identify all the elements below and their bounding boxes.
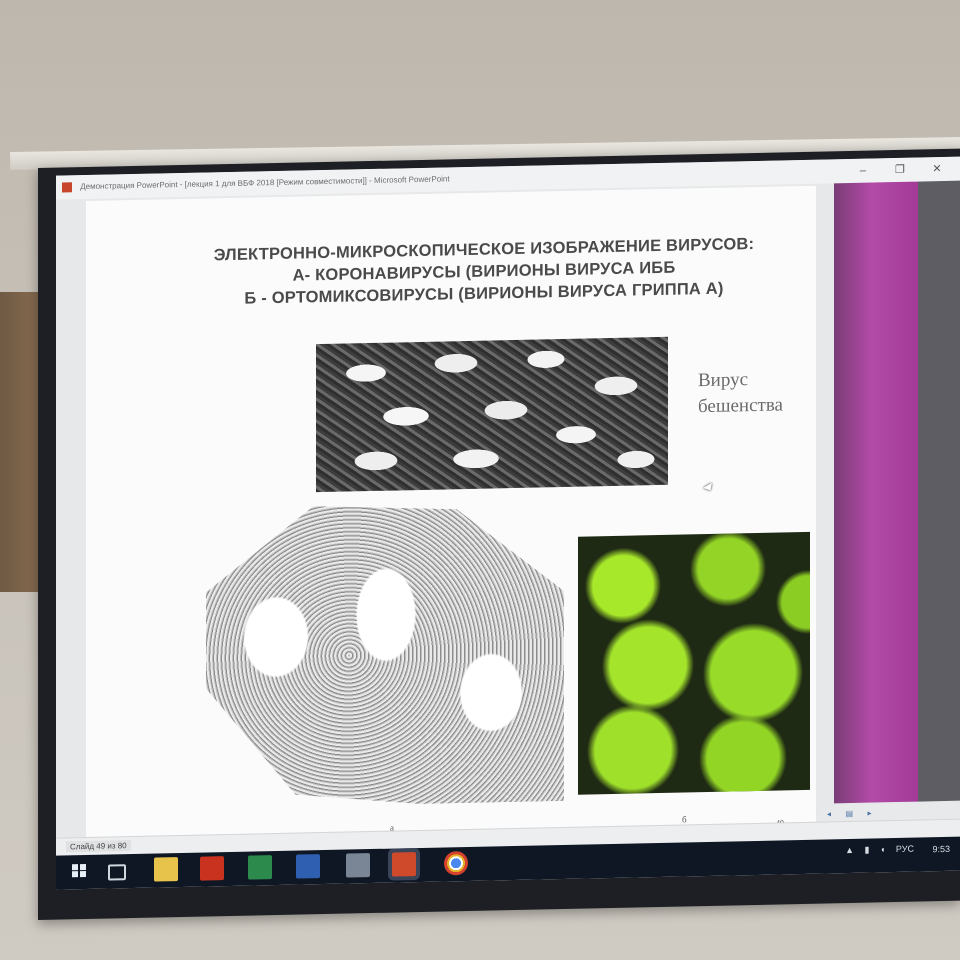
projected-display: Демонстрация PowerPoint - [лекция 1 для … (56, 156, 960, 890)
start-icon[interactable] (68, 859, 92, 884)
slide-dark-band (918, 180, 960, 802)
clock-time: 9:53 (932, 843, 950, 854)
slide-canvas: ЭЛЕКТРОННО-МИКРОСКОПИЧЕСКОЕ ИЗОБРАЖЕНИЕ … (86, 185, 818, 843)
network-icon[interactable]: ▮ (865, 845, 870, 855)
slide-counter: Слайд 49 из 80 (66, 840, 131, 853)
projection-screen: Демонстрация PowerPoint - [лекция 1 для … (38, 148, 960, 920)
powerpoint-app-icon (62, 182, 72, 193)
file-manager-icon[interactable] (346, 853, 370, 878)
rabies-label: Вирус бешенства (698, 366, 818, 421)
acrobat-icon[interactable] (200, 856, 224, 881)
orthomyxovirus-micrograph (578, 531, 810, 795)
task-view-icon[interactable] (108, 864, 126, 881)
window-title: Демонстрация PowerPoint - [лекция 1 для … (80, 174, 450, 192)
excel-icon[interactable] (248, 855, 272, 880)
restore-button[interactable]: ❐ (883, 158, 917, 183)
window-controls: – ❐ ✕ (846, 157, 954, 183)
minimize-button[interactable]: – (846, 158, 880, 183)
language-indicator[interactable]: РУС (896, 844, 914, 854)
mouse-cursor-icon (703, 482, 715, 494)
tray-arrow-icon[interactable]: ▲ (845, 845, 854, 855)
slide-title: ЭЛЕКТРОННО-МИКРОСКОПИЧЕСКОЕ ИЗОБРАЖЕНИЕ … (164, 232, 804, 311)
word-icon[interactable] (296, 854, 320, 879)
rabies-virus-micrograph (316, 336, 668, 493)
rabies-label-line-1: Вирус (698, 369, 749, 392)
powerpoint-icon[interactable] (392, 852, 416, 877)
volume-icon[interactable]: ◖ (880, 844, 885, 854)
slide-accent-band (834, 181, 918, 804)
close-button[interactable]: ✕ (920, 157, 954, 182)
coronavirus-micrograph (206, 501, 564, 808)
clock[interactable]: 9:53 (924, 844, 950, 855)
file-explorer-icon[interactable] (154, 857, 178, 882)
caption-b: б (682, 814, 687, 825)
chrome-icon[interactable] (444, 850, 468, 876)
rabies-label-line-2: бешенства (698, 394, 783, 418)
system-tray: ▲ ▮ ◖ РУС 9:53 (837, 843, 950, 856)
